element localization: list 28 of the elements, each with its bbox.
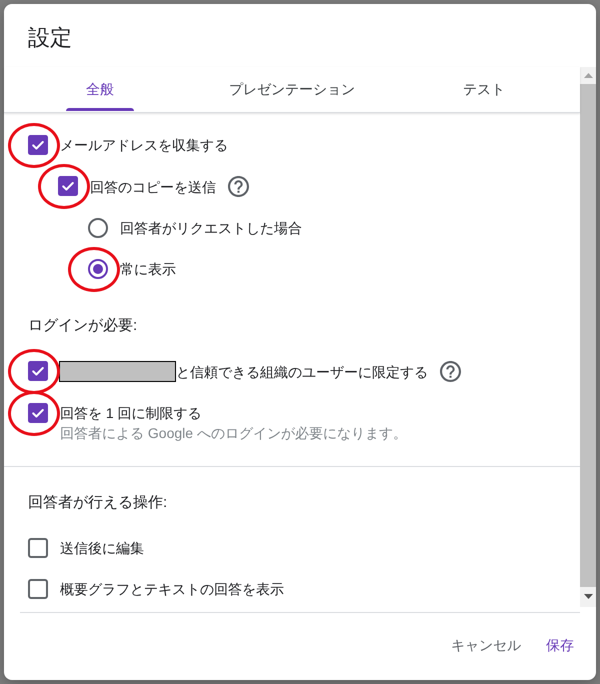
option-label: と信頼できる組織のユーザーに限定する <box>176 362 428 382</box>
checkbox[interactable] <box>28 361 48 381</box>
dialog-button[interactable]: 保存 <box>538 628 582 664</box>
tab[interactable]: プレゼンテーション <box>196 67 388 112</box>
checkbox[interactable] <box>58 176 78 196</box>
radio-button[interactable] <box>88 218 108 238</box>
option-label: メールアドレスを収集する <box>60 136 228 155</box>
option-label: 送信後に編集 <box>60 539 144 558</box>
option-label: 概要グラフとテキストの回答を表示 <box>60 580 284 599</box>
option-label: 回答を 1 回に制限する <box>60 404 202 423</box>
tab[interactable]: テスト <box>388 67 580 112</box>
section-heading: ログインが必要: <box>28 316 138 336</box>
option-label: 回答のコピーを送信 <box>90 178 216 196</box>
option-label: 回答者がリクエストした場合 <box>120 219 302 238</box>
dialog-title: 設定 <box>27 24 73 52</box>
checkbox[interactable] <box>28 135 48 155</box>
dialog-button[interactable]: キャンセル <box>443 628 529 664</box>
checkbox[interactable] <box>28 579 48 599</box>
section-heading: 回答者が行える操作: <box>28 493 168 513</box>
tab[interactable]: 全般 <box>4 67 196 112</box>
hint-text: 回答者による Google へのログインが必要になります。 <box>60 424 407 443</box>
checkbox[interactable] <box>28 538 48 558</box>
help-icon[interactable] <box>440 361 461 382</box>
radio-button[interactable] <box>88 259 108 279</box>
option-label: 常に表示 <box>120 260 176 279</box>
help-icon[interactable] <box>228 176 249 197</box>
checkbox[interactable] <box>28 403 48 423</box>
scroll-down-icon[interactable] <box>584 594 592 599</box>
